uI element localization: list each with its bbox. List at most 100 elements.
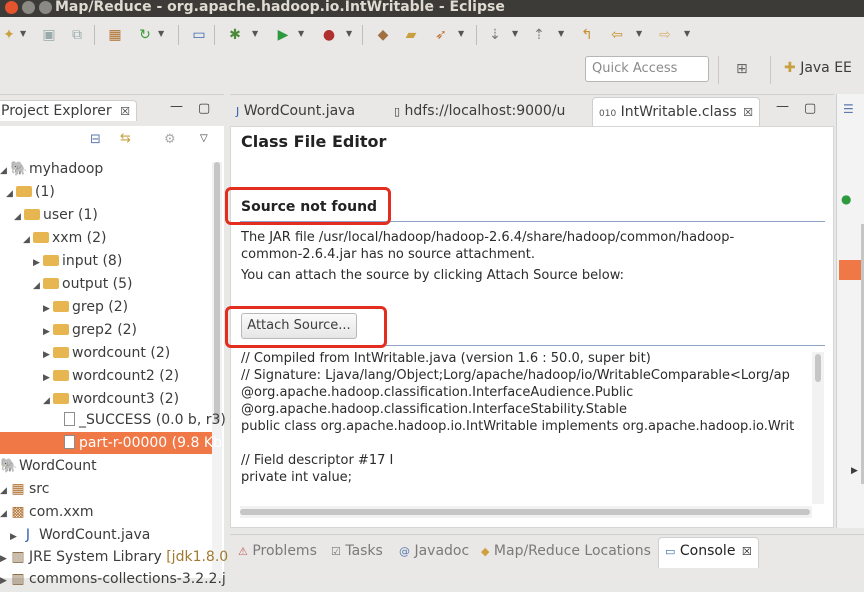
tree-item-myhadoop[interactable]: ◢ 🐘 myhadoop — [0, 158, 103, 180]
tree-item-wordcount-project[interactable]: 🐘 WordCount — [0, 455, 97, 477]
tree-item-success[interactable]: _SUCCESS (0.0 b, r3) — [64, 409, 226, 431]
tree-item-src[interactable]: ◢ ▦ src — [0, 478, 49, 500]
link-with-editor-icon[interactable]: ⇆ — [120, 131, 131, 146]
minimize-icon[interactable]: — — [776, 99, 789, 114]
build-icon[interactable]: ▦ — [106, 26, 124, 44]
expanded-icon[interactable]: ◢ — [0, 480, 10, 502]
collapsed-icon[interactable]: ▶ — [0, 570, 10, 592]
maximize-icon[interactable]: ▢ — [198, 101, 210, 116]
tab-tasks[interactable]: ☑ Tasks — [331, 543, 383, 559]
forward-icon[interactable]: ⇨ — [656, 26, 674, 44]
tree-label: input (8) — [62, 253, 123, 269]
tree-item-wordcount3[interactable]: ◢ wordcount3 (2) — [43, 388, 179, 410]
collapsed-icon[interactable]: ▶ — [43, 321, 53, 343]
tab-console[interactable]: ▭ Console ☒ — [658, 537, 759, 568]
expanded-icon[interactable]: ◢ — [43, 390, 53, 412]
collapsed-icon[interactable]: ▶ — [0, 548, 10, 570]
chevron-down-icon[interactable]: ▼ — [636, 29, 642, 38]
tree-item-jre[interactable]: ▶ ▥ JRE System Library [jdk1.8.0 — [0, 546, 228, 568]
back-icon[interactable]: ⇦ — [608, 26, 626, 44]
close-tab-icon[interactable]: ☒ — [743, 106, 753, 119]
expanded-icon[interactable]: ◢ — [0, 160, 10, 182]
new-icon[interactable]: ✦ — [0, 26, 18, 44]
chevron-down-icon[interactable]: ▼ — [158, 29, 164, 38]
save-all-icon[interactable]: ⧉ — [68, 26, 86, 44]
collapsed-icon[interactable]: ▶ — [33, 252, 43, 274]
expand-icon[interactable]: ▶ — [851, 466, 858, 476]
collapsed-icon[interactable]: ▶ — [43, 298, 53, 320]
chevron-down-icon[interactable]: ▼ — [20, 29, 26, 38]
refresh-icon[interactable]: ↻ — [136, 26, 154, 44]
chevron-down-icon[interactable]: ▼ — [684, 29, 690, 38]
expanded-icon[interactable]: ◢ — [0, 503, 10, 525]
vertical-scrollbar[interactable] — [812, 352, 824, 504]
tab-intwritable-class[interactable]: 010 IntWritable.class ☒ — [592, 97, 760, 126]
expanded-icon[interactable]: ◢ — [6, 183, 16, 205]
minimize-window-icon[interactable] — [22, 1, 35, 14]
chevron-down-icon[interactable]: ▼ — [252, 29, 258, 38]
tree-item-com-xxm[interactable]: ◢ ▩ com.xxm — [0, 501, 94, 523]
perspective-java-ee[interactable]: ✚ Java EE — [784, 60, 852, 76]
tree-label: wordcount2 (2) — [72, 368, 180, 384]
run-icon[interactable]: ▶ — [274, 26, 292, 44]
expanded-icon[interactable]: ◢ — [14, 206, 24, 228]
debug-icon[interactable]: ✱ — [226, 26, 244, 44]
chevron-down-icon[interactable]: ▼ — [558, 29, 564, 38]
tab-problems[interactable]: ⚠ Problems — [238, 543, 317, 559]
chevron-down-icon[interactable]: ▼ — [298, 29, 304, 38]
new-package-icon[interactable]: ◆ — [374, 26, 392, 44]
external-tools-icon[interactable]: ● — [320, 26, 338, 44]
scrollbar[interactable] — [212, 162, 222, 578]
open-type-icon[interactable]: ➶ — [432, 26, 450, 44]
maximize-window-icon[interactable] — [39, 1, 52, 14]
outline-icon[interactable]: ☰ — [843, 102, 854, 116]
prev-annotation-icon[interactable]: ⇡ — [530, 26, 548, 44]
tab-javadoc[interactable]: @ Javadoc — [399, 543, 469, 559]
maximize-icon[interactable]: ▢ — [804, 101, 816, 116]
tree-item-input[interactable]: ▶ input (8) — [33, 250, 122, 272]
tree-item-xxm[interactable]: ◢ xxm (2) — [23, 227, 107, 249]
expanded-icon[interactable]: ◢ — [23, 229, 33, 251]
tree-item-part-r-00000[interactable]: part-r-00000 (9.8 Kb — [0, 432, 222, 454]
filter-icon[interactable]: ⚙ — [164, 132, 176, 147]
chevron-down-icon[interactable]: ▼ — [458, 29, 464, 38]
next-annotation-icon[interactable]: ⇣ — [486, 26, 504, 44]
minimize-icon[interactable]: — — [170, 99, 183, 114]
console-icon[interactable]: ▭ — [190, 26, 208, 44]
tab-hdfs[interactable]: ▯ hdfs://localhost:9000/u — [394, 103, 565, 119]
close-window-icon[interactable] — [5, 1, 18, 14]
tree-item-user[interactable]: ◢ user (1) — [14, 204, 98, 226]
collapse-all-icon[interactable]: ⊟ — [90, 132, 101, 147]
last-edit-icon[interactable]: ↰ — [578, 26, 596, 44]
window-titlebar: Map/Reduce - org.apache.hadoop.io.IntWri… — [0, 0, 864, 17]
open-perspective-icon[interactable]: ⊞ — [736, 61, 748, 77]
open-folder-icon[interactable]: ▰ — [402, 26, 420, 44]
tab-map-reduce-locations[interactable]: ◆ Map/Reduce Locations — [481, 543, 651, 559]
library-icon: ▥ — [11, 549, 25, 565]
tree-item-commons[interactable]: ▶ ▥ commons-collections-3.2.2.j — [0, 568, 226, 590]
save-icon[interactable]: ▣ — [40, 26, 58, 44]
chevron-down-icon[interactable]: ▼ — [512, 29, 518, 38]
chevron-down-icon[interactable]: ▼ — [346, 29, 352, 38]
project-explorer-tab[interactable]: Project Explorer ☒ — [0, 100, 137, 121]
tree-item-output[interactable]: ◢ output (5) — [33, 273, 132, 295]
tree-item-wordcount[interactable]: ▶ wordcount (2) — [43, 342, 170, 364]
perspective-label: Java EE — [800, 60, 852, 76]
tree-item-grep[interactable]: ▶ grep (2) — [43, 296, 128, 318]
collapsed-icon[interactable]: ▶ — [10, 526, 20, 548]
tree-item-grep2[interactable]: ▶ grep2 (2) — [43, 319, 137, 341]
jar-message-line1: The JAR file /usr/local/hadoop/hadoop-2.… — [241, 230, 735, 245]
tab-wordcount-java[interactable]: J WordCount.java — [236, 103, 355, 119]
close-tab-icon[interactable]: ☒ — [120, 105, 130, 118]
view-menu-icon[interactable]: ▽ — [200, 133, 208, 144]
tree-item-root[interactable]: ◢ (1) — [6, 181, 55, 203]
tree-item-wordcount-java[interactable]: ▶ J WordCount.java — [10, 524, 150, 546]
tree-label: wordcount3 (2) — [72, 391, 180, 407]
collapsed-icon[interactable]: ▶ — [43, 367, 53, 389]
horizontal-scrollbar[interactable] — [240, 506, 812, 518]
tree-item-wordcount2[interactable]: ▶ wordcount2 (2) — [43, 365, 179, 387]
expanded-icon[interactable]: ◢ — [33, 275, 43, 297]
quick-access-input[interactable]: Quick Access — [585, 56, 709, 82]
collapsed-icon[interactable]: ▶ — [43, 344, 53, 366]
close-tab-icon[interactable]: ☒ — [742, 545, 752, 558]
